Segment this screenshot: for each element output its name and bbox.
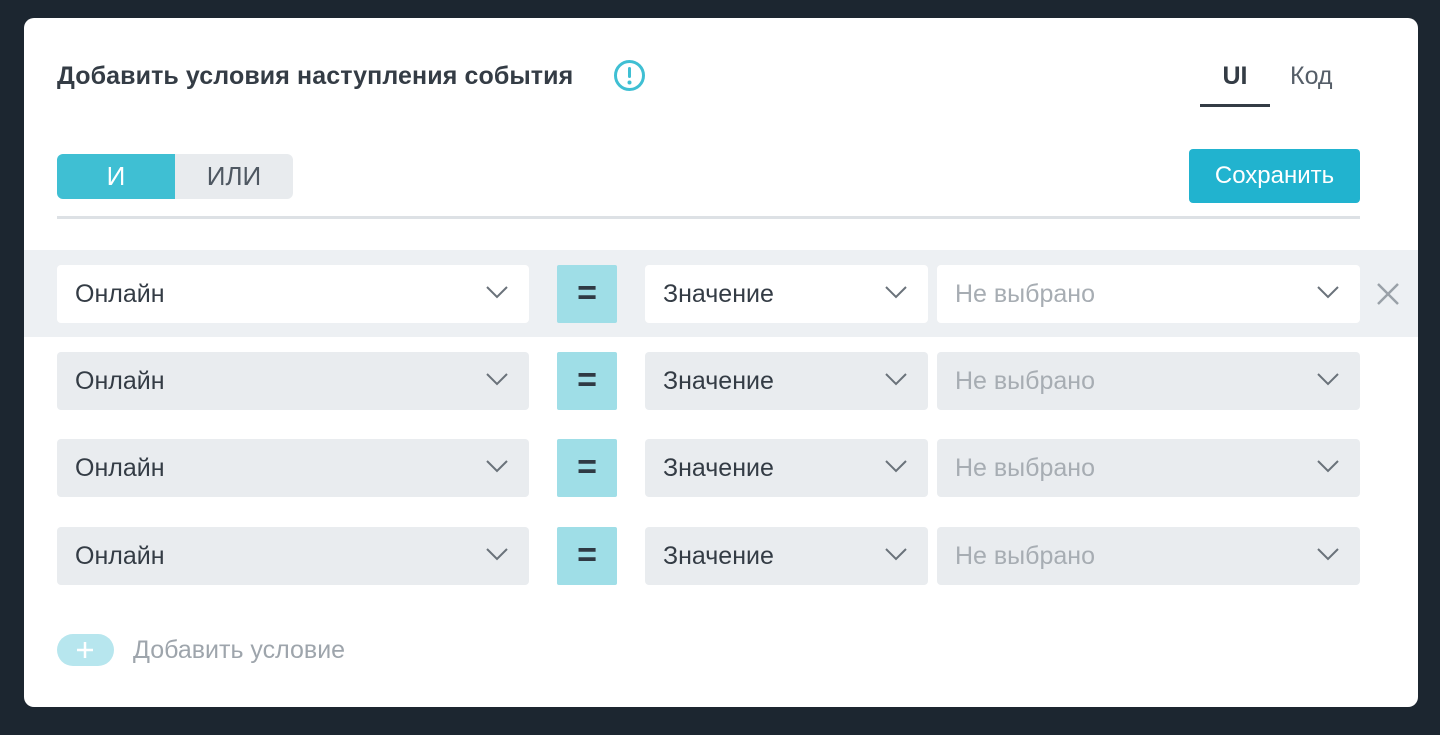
- chevron-down-icon: [486, 373, 508, 386]
- chevron-down-icon: [885, 460, 907, 473]
- operator-button[interactable]: =: [557, 527, 617, 585]
- chevron-down-icon: [1317, 548, 1339, 561]
- field-select-value: Онлайн: [75, 542, 165, 570]
- panel-title: Добавить условия наступления события: [57, 62, 574, 90]
- field-select[interactable]: Онлайн: [57, 265, 529, 323]
- value-select[interactable]: Не выбрано: [937, 352, 1360, 410]
- plus-icon: [77, 642, 93, 658]
- operator-button[interactable]: =: [557, 439, 617, 497]
- field-select[interactable]: Онлайн: [57, 439, 529, 497]
- value-type-select-value: Значение: [663, 367, 774, 395]
- value-type-select-value: Значение: [663, 454, 774, 482]
- field-select-value: Онлайн: [75, 367, 165, 395]
- value-type-select-value: Значение: [663, 542, 774, 570]
- chevron-down-icon: [486, 460, 508, 473]
- active-tab-indicator: [1200, 104, 1270, 107]
- add-condition-button[interactable]: Добавить условие: [57, 632, 345, 668]
- value-select[interactable]: Не выбрано: [937, 439, 1360, 497]
- value-type-select[interactable]: Значение: [645, 352, 928, 410]
- operator-label: =: [577, 361, 597, 399]
- logic-or-button[interactable]: ИЛИ: [175, 154, 293, 199]
- field-select[interactable]: Онлайн: [57, 527, 529, 585]
- chevron-down-icon: [885, 373, 907, 386]
- chevron-down-icon: [1317, 460, 1339, 473]
- value-select-placeholder: Не выбрано: [955, 542, 1095, 570]
- value-type-select[interactable]: Значение: [645, 265, 928, 323]
- value-select[interactable]: Не выбрано: [937, 527, 1360, 585]
- value-type-select-value: Значение: [663, 280, 774, 308]
- value-type-select[interactable]: Значение: [645, 527, 928, 585]
- field-select[interactable]: Онлайн: [57, 352, 529, 410]
- value-type-select[interactable]: Значение: [645, 439, 928, 497]
- chevron-down-icon: [486, 548, 508, 561]
- chevron-down-icon: [885, 548, 907, 561]
- field-select-value: Онлайн: [75, 454, 165, 482]
- condition-row: Онлайн = Значение Не выбрано: [24, 439, 1418, 497]
- tab-ui[interactable]: UI: [1200, 62, 1270, 91]
- add-condition-pill[interactable]: [57, 634, 114, 666]
- operator-label: =: [577, 274, 597, 312]
- divider: [57, 216, 1360, 219]
- condition-row: Онлайн = Значение Не выбрано: [24, 352, 1418, 410]
- chevron-down-icon: [885, 286, 907, 299]
- value-select[interactable]: Не выбрано: [937, 265, 1360, 323]
- condition-row: Онлайн = Значение Не выбрано: [24, 265, 1418, 323]
- conditions-panel: Добавить условия наступления события UI …: [24, 18, 1418, 707]
- value-select-placeholder: Не выбрано: [955, 280, 1095, 308]
- chevron-down-icon: [1317, 286, 1339, 299]
- operator-button[interactable]: =: [557, 352, 617, 410]
- logic-toggle: И ИЛИ: [57, 154, 293, 199]
- operator-label: =: [577, 448, 597, 486]
- operator-button[interactable]: =: [557, 265, 617, 323]
- condition-row: Онлайн = Значение Не выбрано: [24, 527, 1418, 585]
- save-button[interactable]: Сохранить: [1189, 149, 1360, 203]
- operator-label: =: [577, 536, 597, 574]
- field-select-value: Онлайн: [75, 280, 165, 308]
- chevron-down-icon: [486, 286, 508, 299]
- exclamation-circle-icon[interactable]: [613, 59, 646, 92]
- tab-code[interactable]: Код: [1290, 62, 1333, 91]
- chevron-down-icon: [1317, 373, 1339, 386]
- close-icon[interactable]: [1374, 280, 1402, 308]
- add-condition-label: Добавить условие: [133, 635, 346, 664]
- value-select-placeholder: Не выбрано: [955, 454, 1095, 482]
- value-select-placeholder: Не выбрано: [955, 367, 1095, 395]
- logic-and-button[interactable]: И: [57, 154, 175, 199]
